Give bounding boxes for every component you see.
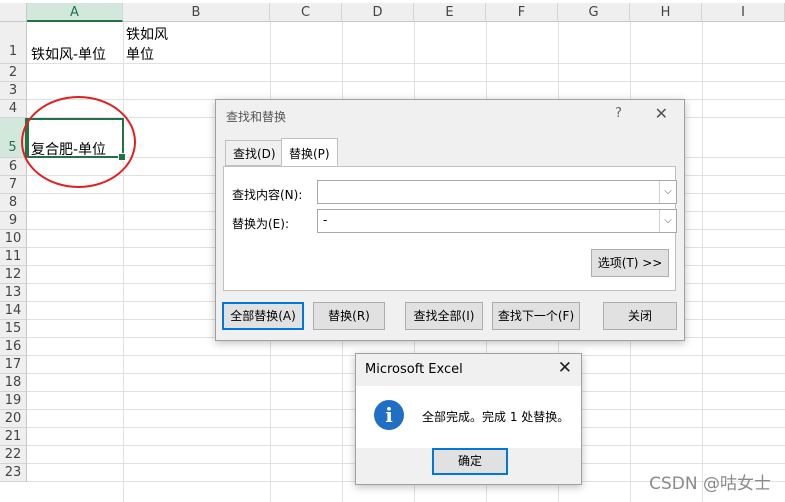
message-text: 全部完成。完成 1 处替换。 [422,410,570,424]
replace-all-button[interactable]: 全部替换(A) [222,302,304,330]
row-header-17[interactable]: 17 [0,356,27,374]
find-all-button[interactable]: 查找全部(I) [405,302,483,330]
row-header-2[interactable]: 2 [0,64,27,82]
row-header-23[interactable]: 23 [0,464,27,482]
chevron-down-icon[interactable]: ⌵ [659,210,676,232]
find-next-button[interactable]: 查找下一个(F) [492,302,580,330]
row-header-8[interactable]: 8 [0,194,27,212]
row-header-11[interactable]: 11 [0,248,27,266]
options-button[interactable]: 选项(T) >> [591,249,669,277]
column-header-c[interactable]: C [270,3,342,22]
message-box-title: Microsoft Excel [365,362,463,377]
row-header-10[interactable]: 10 [0,230,27,248]
row-header-20[interactable]: 20 [0,410,27,428]
tab-find[interactable]: 查找(D) [225,140,284,166]
replace-with-value: - [323,213,328,227]
annotation-circle [21,96,136,188]
cell-b1-line1[interactable]: 铁如风 [126,24,168,44]
row-header-3[interactable]: 3 [0,82,27,100]
column-header-b[interactable]: B [123,3,270,22]
column-header-g[interactable]: G [558,3,630,22]
gridline [702,22,703,502]
row-header-4[interactable]: 4 [0,100,27,118]
row-header-6[interactable]: 6 [0,158,27,176]
chevron-down-icon[interactable]: ⌵ [659,181,676,203]
info-icon: i [374,400,404,430]
close-icon[interactable]: ✕ [655,104,668,123]
row-header-14[interactable]: 14 [0,302,27,320]
replace-with-label: 替换为(E): [232,217,289,231]
column-header-e[interactable]: E [414,3,486,22]
tab-replace[interactable]: 替换(P) [281,138,338,166]
find-what-label: 查找内容(N): [232,188,303,202]
row-header-18[interactable]: 18 [0,374,27,392]
message-box: Microsoft Excel ✕ i 全部完成。完成 1 处替换。 确定 [355,353,582,485]
cell-a1[interactable]: 铁如风-单位 [31,44,106,64]
find-what-input[interactable]: ⌵ [317,180,677,204]
row-header-7[interactable]: 7 [0,176,27,194]
row-header-21[interactable]: 21 [0,428,27,446]
find-replace-dialog: 查找和替换 ? ✕ 查找(D) 替换(P) 查找内容(N): ⌵ 替换为(E):… [215,99,685,341]
column-header-h[interactable]: H [630,3,702,22]
row-header-12[interactable]: 12 [0,266,27,284]
row-header-16[interactable]: 16 [0,338,27,356]
dialog-title: 查找和替换 [226,110,287,124]
row-header-19[interactable]: 19 [0,392,27,410]
replace-with-input[interactable]: - ⌵ [317,209,677,233]
ok-button[interactable]: 确定 [432,448,508,475]
column-header-a[interactable]: A [27,3,123,22]
row-header-13[interactable]: 13 [0,284,27,302]
cell-b1-line2[interactable]: 单位 [126,44,154,64]
select-all-corner[interactable] [0,3,27,22]
close-icon[interactable]: ✕ [558,358,572,378]
column-header-i[interactable]: I [702,3,785,22]
row-header-9[interactable]: 9 [0,212,27,230]
row-header-15[interactable]: 15 [0,320,27,338]
column-header-f[interactable]: F [486,3,558,22]
gridline [27,81,785,82]
watermark: CSDN @咕女士 [649,474,771,494]
column-header-d[interactable]: D [342,3,414,22]
replace-button[interactable]: 替换(R) [313,302,385,330]
help-icon[interactable]: ? [615,106,622,121]
replace-panel: 查找内容(N): ⌵ 替换为(E): - ⌵ 选项(T) >> [223,166,677,291]
message-body: i 全部完成。完成 1 处替换。 [356,386,581,448]
gridline [123,22,124,502]
close-button[interactable]: 关闭 [603,302,677,330]
row-header-22[interactable]: 22 [0,446,27,464]
row-header-1[interactable]: 1 [0,22,27,64]
